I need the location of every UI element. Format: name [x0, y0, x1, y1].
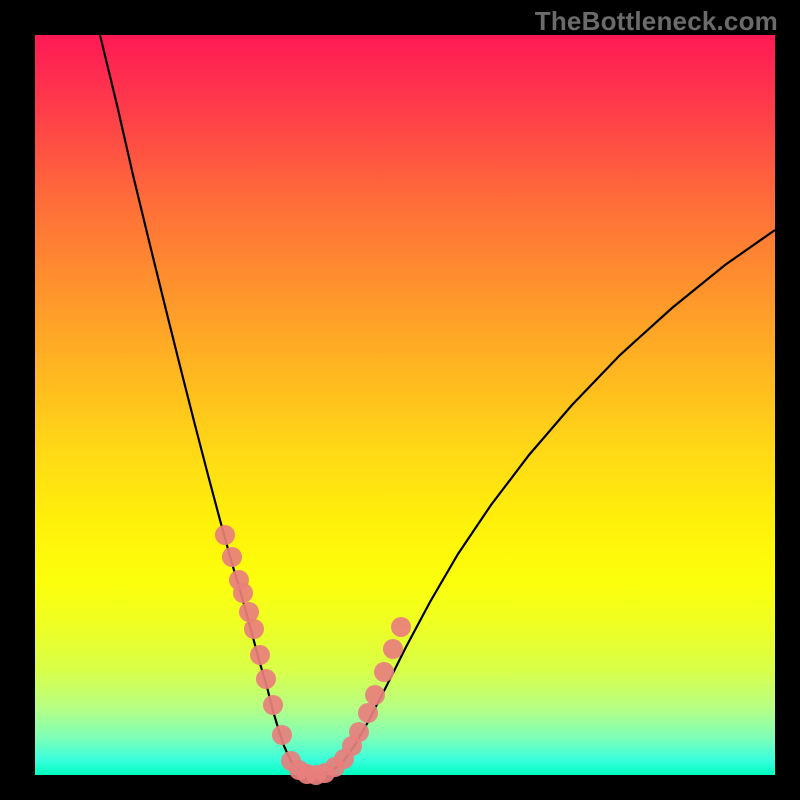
watermark-text: TheBottleneck.com — [535, 6, 778, 37]
highlight-dot — [215, 525, 235, 545]
highlight-dot — [244, 619, 264, 639]
highlight-dots-group — [215, 525, 411, 785]
highlight-dot — [239, 602, 259, 622]
highlight-dot — [263, 695, 283, 715]
highlight-dot — [383, 639, 403, 659]
curve-right-branch — [343, 230, 775, 762]
highlight-dot — [374, 662, 394, 682]
highlight-dot — [222, 547, 242, 567]
highlight-dot — [256, 669, 276, 689]
chart-svg — [35, 35, 775, 775]
highlight-dot — [349, 722, 369, 742]
highlight-dot — [391, 617, 411, 637]
chart-frame: TheBottleneck.com — [0, 0, 800, 800]
highlight-dot — [272, 725, 292, 745]
highlight-dot — [233, 583, 253, 603]
highlight-dot — [250, 645, 270, 665]
highlight-dot — [365, 685, 385, 705]
highlight-dot — [358, 703, 378, 723]
